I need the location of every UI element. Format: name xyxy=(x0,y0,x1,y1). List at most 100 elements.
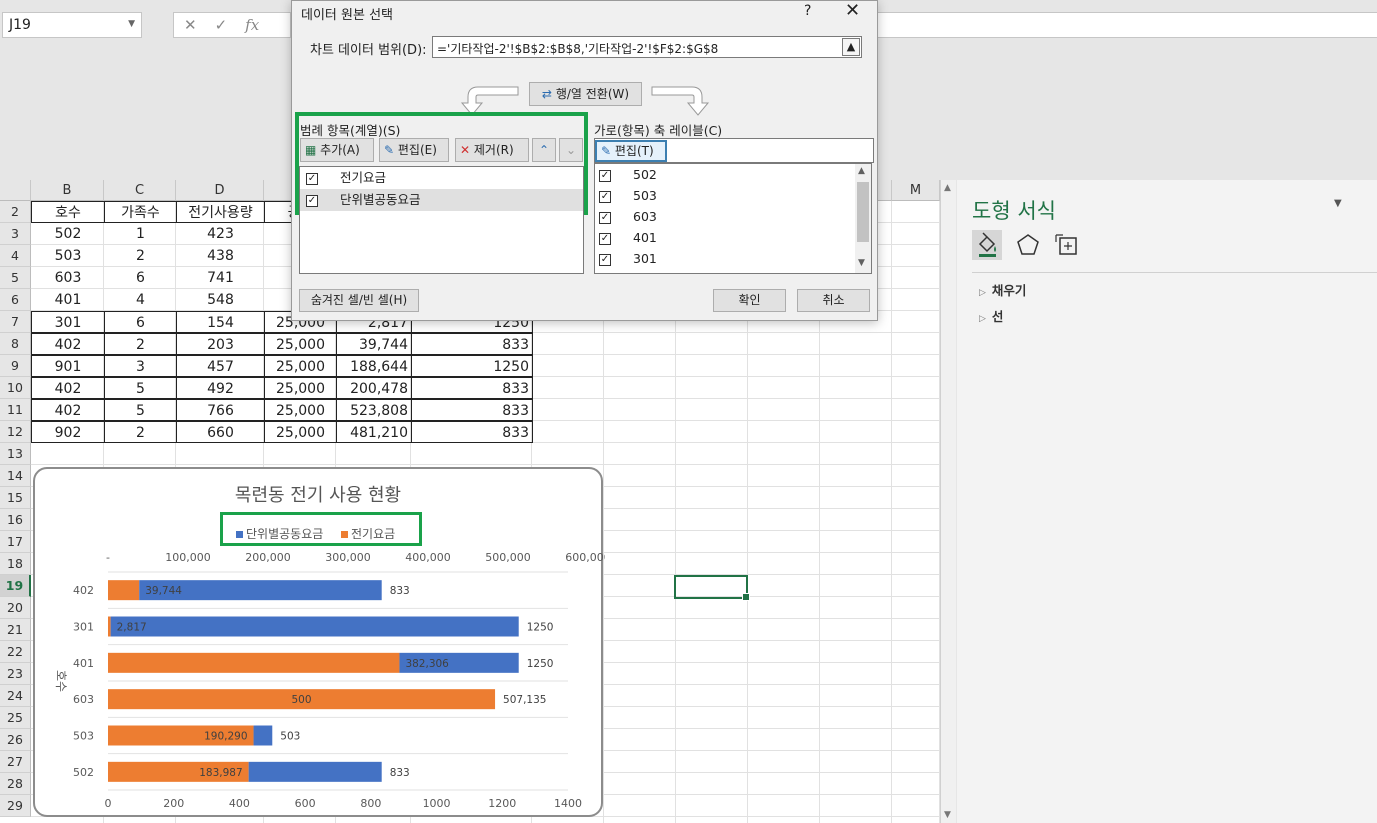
table-cell[interactable]: 1250 xyxy=(411,355,533,377)
add-series-button[interactable]: ▦ 추가(A) xyxy=(300,138,374,162)
hidden-empty-cells-button[interactable]: 숨겨진 셀/빈 셀(H) xyxy=(299,289,419,312)
table-cell[interactable]: 438 xyxy=(176,245,265,267)
table-cell[interactable]: 492 xyxy=(176,377,265,399)
select-all-corner[interactable] xyxy=(0,180,31,201)
row-header[interactable]: 27 xyxy=(0,751,31,773)
row-header[interactable]: 24 xyxy=(0,685,31,707)
column-header[interactable]: M xyxy=(892,180,940,201)
checkbox-icon[interactable]: ✓ xyxy=(306,172,318,185)
row-header[interactable]: 12 xyxy=(0,421,31,443)
table-cell[interactable]: 833 xyxy=(411,421,533,443)
checkbox-icon[interactable]: ✓ xyxy=(599,211,611,224)
insert-function-icon[interactable]: fx xyxy=(245,16,259,34)
row-header[interactable]: 20 xyxy=(0,597,31,619)
table-cell[interactable]: 548 xyxy=(176,289,265,311)
axis-label-item[interactable]: ✓ 301 xyxy=(595,248,871,269)
table-cell[interactable]: 902 xyxy=(31,421,105,443)
scroll-thumb[interactable] xyxy=(857,182,869,242)
checkbox-icon[interactable]: ✓ xyxy=(599,232,611,245)
series-item[interactable]: ✓ 전기요금 xyxy=(300,167,583,189)
table-cell[interactable]: 660 xyxy=(176,421,265,443)
fill-section[interactable]: ▷ 채우기 xyxy=(979,280,1026,299)
edit-series-button[interactable]: ✎ 편집(E) xyxy=(379,138,449,162)
row-header[interactable]: 18 xyxy=(0,553,31,575)
table-cell[interactable]: 5 xyxy=(104,377,177,399)
column-header[interactable]: C xyxy=(104,180,176,201)
column-header[interactable]: D xyxy=(176,180,264,201)
table-cell[interactable]: 200,478 xyxy=(336,377,412,399)
size-properties-icon[interactable] xyxy=(1053,230,1083,260)
checkbox-icon[interactable]: ✓ xyxy=(599,190,611,203)
formula-input[interactable] xyxy=(877,12,1377,38)
axis-label-item[interactable]: ✓ 503 xyxy=(595,185,871,206)
axis-label-item[interactable]: ✓ 401 xyxy=(595,227,871,248)
row-header[interactable]: 16 xyxy=(0,509,31,531)
chevron-down-icon[interactable]: ▼ xyxy=(128,19,135,29)
selected-cell[interactable] xyxy=(674,575,750,601)
table-cell[interactable]: 3 xyxy=(104,355,177,377)
row-header[interactable]: 21 xyxy=(0,619,31,641)
cancel-button[interactable]: 취소 xyxy=(797,289,870,312)
scroll-up-icon[interactable]: ▲ xyxy=(944,183,951,193)
table-cell[interactable]: 25,000 xyxy=(264,333,337,355)
axis-label-list[interactable]: ✓ 502 ✓ 503 ✓ 603 ✓ 401 ✓ 301 ▲ ▼ xyxy=(594,163,872,274)
table-cell[interactable]: 833 xyxy=(411,333,533,355)
row-header[interactable]: 19 xyxy=(0,575,31,597)
table-cell[interactable]: 833 xyxy=(411,399,533,421)
switch-row-column-button[interactable]: ⇄ 행/열 전환(W) xyxy=(529,82,642,106)
help-icon[interactable]: ? xyxy=(804,3,811,19)
row-header[interactable]: 10 xyxy=(0,377,31,399)
move-down-icon[interactable]: ⌄ xyxy=(559,138,583,162)
series-item[interactable]: ✓ 단위별공동요금 xyxy=(300,189,583,211)
row-header[interactable]: 25 xyxy=(0,707,31,729)
edit-axis-labels-button[interactable]: ✎ 편집(T) xyxy=(595,140,667,162)
enter-icon[interactable]: ✓ xyxy=(215,16,228,34)
table-cell[interactable]: 5 xyxy=(104,399,177,421)
table-cell[interactable]: 2 xyxy=(104,333,177,355)
fill-line-icon[interactable] xyxy=(972,230,1002,260)
checkbox-icon[interactable]: ✓ xyxy=(306,194,318,207)
table-cell[interactable]: 301 xyxy=(31,311,105,333)
row-header[interactable]: 14 xyxy=(0,465,31,487)
table-cell[interactable]: 203 xyxy=(176,333,265,355)
scrollbar[interactable]: ▲ ▼ xyxy=(855,164,871,273)
scroll-down-icon[interactable]: ▼ xyxy=(944,810,951,820)
table-cell[interactable]: 833 xyxy=(411,377,533,399)
table-cell[interactable]: 188,644 xyxy=(336,355,412,377)
move-up-icon[interactable]: ⌃ xyxy=(532,138,556,162)
axis-label-item[interactable]: ✓ 502 xyxy=(595,164,871,185)
collapse-dialog-icon[interactable]: ▲ xyxy=(842,38,860,56)
effects-icon[interactable] xyxy=(1013,230,1043,260)
close-icon[interactable]: ✕ xyxy=(845,0,860,21)
table-cell[interactable]: 523,808 xyxy=(336,399,412,421)
sheet-vertical-scrollbar[interactable]: ▲ ▼ xyxy=(940,180,956,823)
chart-title[interactable]: 목련동 전기 사용 현황 xyxy=(35,481,601,507)
table-cell[interactable]: 가족수 xyxy=(104,201,177,223)
table-cell[interactable]: 402 xyxy=(31,377,105,399)
table-cell[interactable]: 39,744 xyxy=(336,333,412,355)
row-header[interactable]: 5 xyxy=(0,267,31,289)
chart-legend[interactable]: 단위별공동요금 전기요금 xyxy=(220,512,422,546)
table-cell[interactable]: 741 xyxy=(176,267,265,289)
table-cell[interactable]: 603 xyxy=(31,267,105,289)
row-header[interactable]: 2 xyxy=(0,201,31,223)
table-cell[interactable]: 401 xyxy=(31,289,105,311)
table-cell[interactable]: 423 xyxy=(176,223,265,245)
row-header[interactable]: 22 xyxy=(0,641,31,663)
table-cell[interactable]: 25,000 xyxy=(264,399,337,421)
row-header[interactable]: 7 xyxy=(0,311,31,333)
row-header[interactable]: 13 xyxy=(0,443,31,465)
table-cell[interactable]: 766 xyxy=(176,399,265,421)
row-header[interactable]: 6 xyxy=(0,289,31,311)
table-cell[interactable]: 402 xyxy=(31,399,105,421)
table-cell[interactable]: 6 xyxy=(104,311,177,333)
row-header[interactable]: 29 xyxy=(0,795,31,817)
row-header[interactable]: 9 xyxy=(0,355,31,377)
column-header[interactable]: B xyxy=(31,180,104,201)
row-header[interactable]: 11 xyxy=(0,399,31,421)
checkbox-icon[interactable]: ✓ xyxy=(599,253,611,266)
table-cell[interactable]: 503 xyxy=(31,245,105,267)
table-cell[interactable]: 1 xyxy=(104,223,177,245)
row-header[interactable]: 28 xyxy=(0,773,31,795)
row-header[interactable]: 23 xyxy=(0,663,31,685)
